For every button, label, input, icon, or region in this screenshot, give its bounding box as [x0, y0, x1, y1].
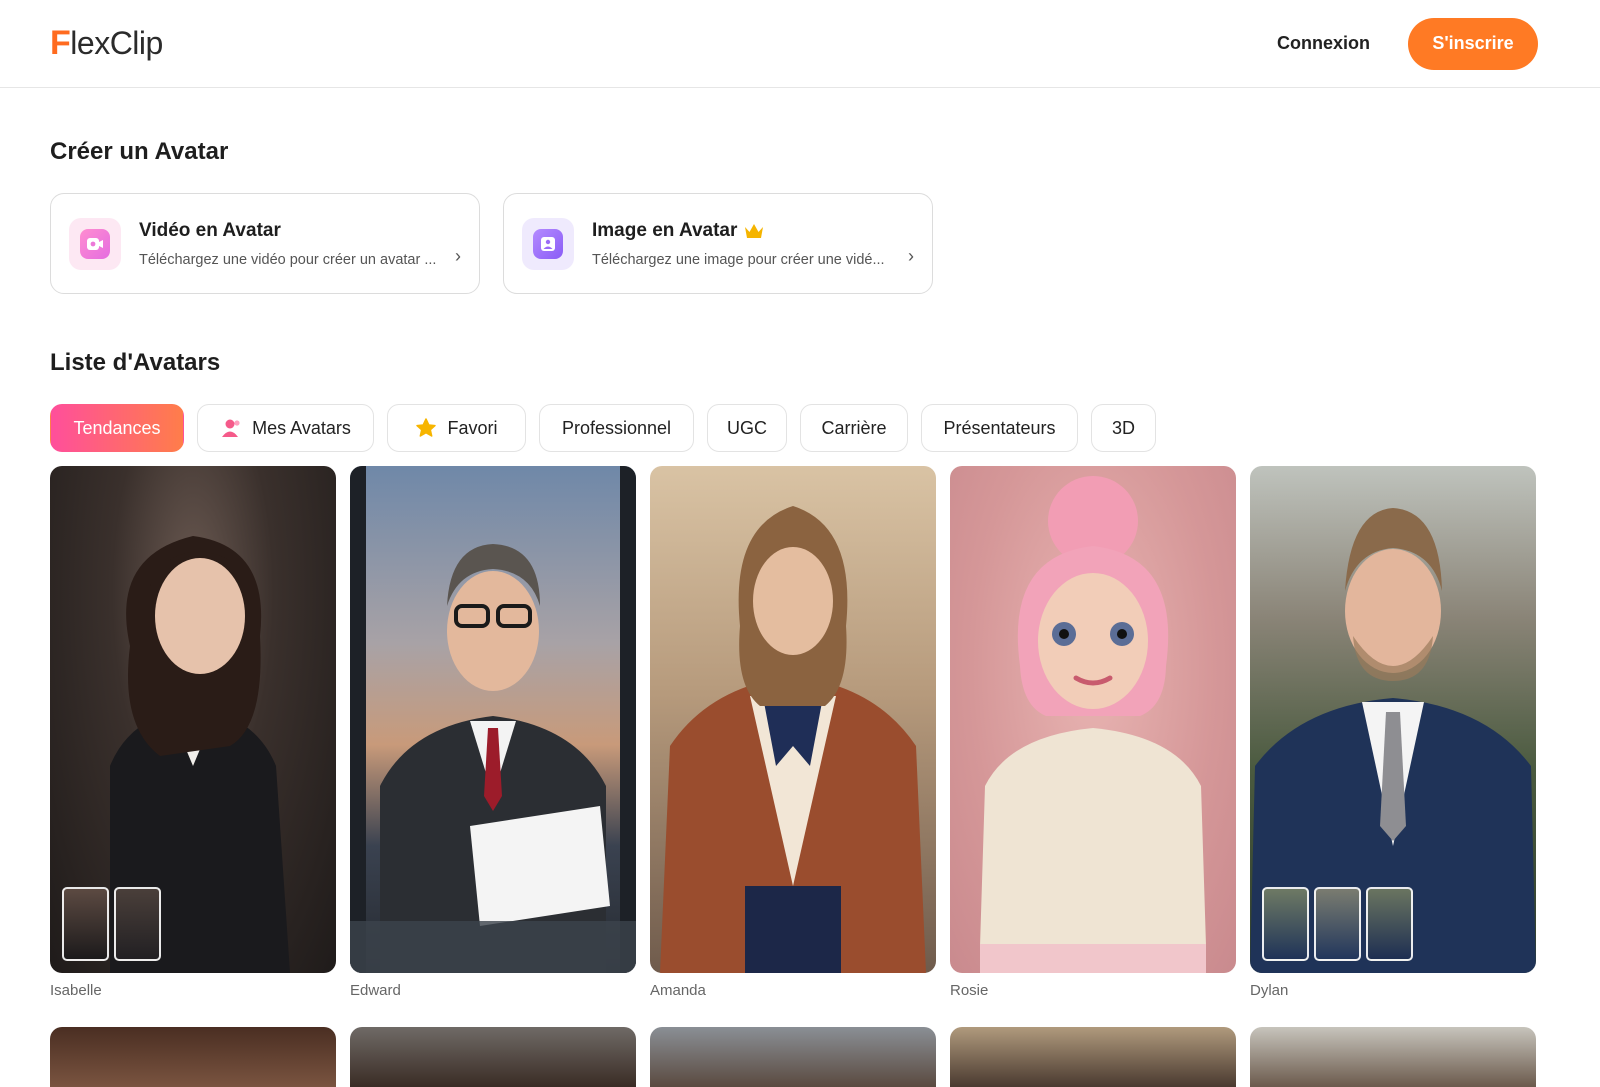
star-icon: [416, 418, 437, 437]
avatar-card-partial[interactable]: [350, 1027, 636, 1087]
avatar-image[interactable]: [950, 466, 1236, 973]
video-card-title: Vidéo en Avatar: [139, 220, 447, 242]
chevron-right-icon: ›: [908, 246, 914, 266]
tab-presentateurs[interactable]: Présentateurs: [921, 404, 1078, 452]
flexclip-logo[interactable]: FlexClip: [50, 24, 163, 63]
tab-mes-avatars[interactable]: Mes Avatars: [197, 404, 374, 452]
tab-label: Favori: [447, 417, 498, 438]
avatar-figure: [350, 466, 636, 973]
chevron-right-icon: ›: [455, 246, 461, 266]
login-link[interactable]: Connexion: [1277, 33, 1370, 54]
top-header: FlexClip Connexion S'inscrire: [0, 0, 1600, 88]
tab-ugc[interactable]: UGC: [707, 404, 787, 452]
image-avatar-icon-wrap: [522, 217, 574, 270]
logo-text: lexClip: [70, 25, 163, 61]
image-avatar-icon: [533, 228, 563, 259]
outfit-thumbnail[interactable]: [1262, 887, 1309, 961]
tab-professionnel[interactable]: Professionnel: [539, 404, 694, 452]
avatar-name: Isabelle: [50, 982, 102, 999]
tab-label: 3D: [1112, 417, 1136, 438]
logo-mark: F: [50, 24, 71, 62]
avatar-card-isabelle[interactable]: Isabelle: [50, 466, 336, 1000]
avatar-list-title: Liste d'Avatars: [50, 349, 221, 376]
outfit-thumbnail[interactable]: [1314, 887, 1361, 961]
tab-favori[interactable]: Favori: [387, 404, 526, 452]
signup-button[interactable]: S'inscrire: [1408, 17, 1538, 70]
outfit-thumbnail[interactable]: [62, 887, 109, 961]
avatar-figure: [660, 506, 926, 973]
image-card-text: Image en Avatar Téléchargez une image po…: [592, 220, 900, 268]
avatar-name: Rosie: [950, 982, 989, 999]
image-card-title-text: Image en Avatar: [592, 219, 738, 241]
tab-3d[interactable]: 3D: [1091, 404, 1156, 452]
tab-label: UGC: [727, 417, 767, 438]
outfit-thumbnails: [62, 887, 161, 961]
tab-label: Carrière: [821, 417, 887, 438]
tab-label: Présentateurs: [943, 417, 1056, 438]
tab-label: Tendances: [73, 417, 161, 438]
avatar-card-rosie[interactable]: Rosie: [950, 466, 1236, 1000]
tab-label: Professionnel: [561, 417, 672, 438]
video-avatar-icon-wrap: [69, 217, 121, 270]
avatar-image[interactable]: [650, 466, 936, 973]
tab-label: Mes Avatars: [252, 417, 351, 438]
tab-carriere[interactable]: Carrière: [800, 404, 908, 452]
avatar-name: Dylan: [1250, 982, 1289, 999]
avatar-card-partial[interactable]: [950, 1027, 1236, 1087]
header-actions: Connexion S'inscrire: [1277, 17, 1538, 70]
avatar-figure: [980, 476, 1206, 973]
outfit-thumbnail[interactable]: [114, 887, 161, 961]
image-card-description: Téléchargez une image pour créer une vid…: [592, 251, 885, 268]
avatar-card-partial[interactable]: [50, 1027, 336, 1087]
crown-icon: [745, 223, 764, 238]
outfit-thumbnail[interactable]: [1366, 887, 1413, 961]
avatar-category-tabs: Tendances Mes Avatars Favori Professionn…: [50, 404, 1156, 452]
avatar-name: Edward: [350, 982, 401, 999]
tab-tendances[interactable]: Tendances: [50, 404, 184, 452]
image-to-avatar-card[interactable]: Image en Avatar Téléchargez une image po…: [503, 193, 933, 294]
user-avatar-icon: [222, 419, 240, 437]
video-to-avatar-card[interactable]: Vidéo en Avatar Téléchargez une vidéo po…: [50, 193, 480, 294]
avatar-image[interactable]: [1250, 466, 1536, 973]
avatar-card-amanda[interactable]: Amanda: [650, 466, 936, 1000]
create-avatar-title: Créer un Avatar: [50, 138, 229, 165]
avatar-card-partial[interactable]: [650, 1027, 936, 1087]
video-card-title-text: Vidéo en Avatar: [139, 219, 281, 241]
avatar-image[interactable]: [50, 466, 336, 973]
video-card-text: Vidéo en Avatar Téléchargez une vidéo po…: [139, 220, 447, 268]
avatar-image[interactable]: [350, 466, 636, 973]
outfit-thumbnails: [1262, 887, 1413, 961]
avatar-card-dylan[interactable]: Dylan: [1250, 466, 1536, 1000]
avatar-name: Amanda: [650, 982, 706, 999]
video-card-description: Téléchargez une vidéo pour créer un avat…: [139, 251, 437, 268]
avatar-card-partial[interactable]: [1250, 1027, 1536, 1087]
avatar-card-edward[interactable]: Edward: [350, 466, 636, 1000]
video-avatar-icon: [80, 228, 110, 259]
image-card-title: Image en Avatar: [592, 220, 900, 242]
